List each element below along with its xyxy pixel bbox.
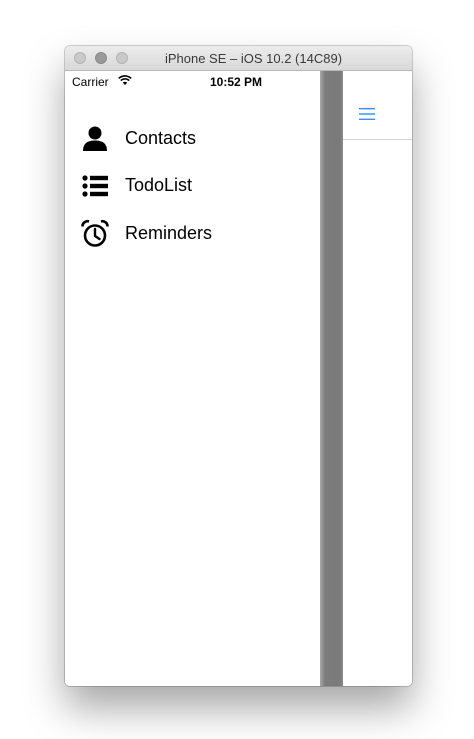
carrier-label: Carrier — [72, 75, 109, 89]
status-time: 10:52 PM — [210, 75, 263, 89]
alarm-clock-icon — [81, 219, 109, 247]
hamburger-menu-icon[interactable] — [357, 104, 377, 124]
main-content[interactable] — [343, 71, 412, 686]
menu-item-contacts[interactable]: Contacts — [65, 116, 322, 160]
device-screen: Carrier 10:52 PM Contacts TodoList Remin… — [65, 71, 412, 686]
menu-item-label: Reminders — [125, 223, 213, 243]
side-menu: Carrier 10:52 PM Contacts TodoList Remin… — [65, 71, 322, 686]
menu-overlay-shadow — [320, 71, 343, 686]
wifi-icon — [118, 75, 132, 85]
simulator-window: iPhone SE – iOS 10.2 (14C89) Carrier 10:… — [65, 46, 412, 686]
menu-item-label: TodoList — [125, 175, 193, 195]
window-titlebar: iPhone SE – iOS 10.2 (14C89) — [65, 46, 412, 71]
window-title: iPhone SE – iOS 10.2 (14C89) — [164, 51, 343, 66]
menu-item-label: Contacts — [125, 128, 197, 148]
person-icon — [83, 126, 107, 151]
navigation-bar — [343, 71, 412, 140]
list-icon — [82, 175, 108, 197]
menu-item-todolist[interactable]: TodoList — [65, 163, 322, 207]
menu-item-reminders[interactable]: Reminders — [65, 211, 322, 255]
close-window-button[interactable] — [74, 52, 86, 64]
